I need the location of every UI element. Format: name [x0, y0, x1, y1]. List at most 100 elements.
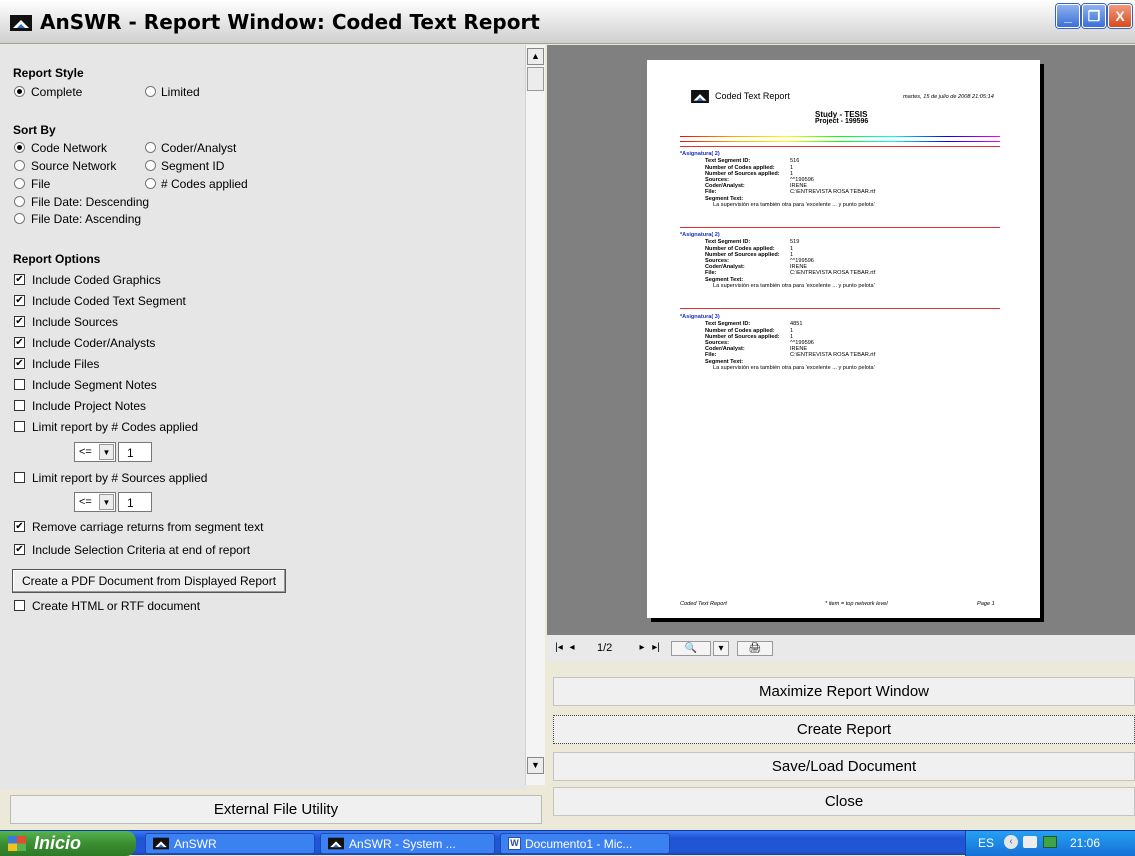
- radio-complete-label: Complete: [31, 85, 83, 99]
- chevron-left-icon[interactable]: ‹: [1004, 835, 1018, 849]
- volume-icon[interactable]: [1023, 836, 1037, 848]
- checkbox-remove-carriage-returns[interactable]: ✔: [14, 521, 25, 532]
- maximize-report-window-button[interactable]: Maximize Report Window: [553, 677, 1135, 706]
- report-project: Project - 199596: [815, 118, 869, 125]
- close-button[interactable]: Close: [553, 787, 1135, 816]
- checkbox-coded-text-segment-label: Include Coded Text Segment: [32, 294, 186, 308]
- radio-segment-id-label: Segment ID: [161, 159, 225, 173]
- system-tray: ES ‹ 21:06: [965, 831, 1135, 856]
- sources-operator-value: <=: [79, 496, 92, 508]
- last-page-icon[interactable]: ▸|: [649, 641, 663, 656]
- first-page-icon[interactable]: |◂: [553, 641, 565, 656]
- segment-text: La supervisión era también otra para 'ex…: [713, 283, 875, 289]
- report-footer-mid: * item = top network level: [825, 601, 888, 607]
- checkbox-sources-label: Include Sources: [32, 315, 119, 329]
- radio-coder-analyst[interactable]: [145, 142, 156, 153]
- checkbox-coded-graphics[interactable]: ✔: [14, 274, 25, 285]
- field-value: C:\ENTREVISTA ROSA TEBAR.rtf: [790, 270, 876, 276]
- taskbar-item-answr[interactable]: AnSWR: [145, 833, 315, 854]
- radio-code-network[interactable]: [14, 142, 25, 153]
- report-footer-right: Page 1: [977, 601, 995, 607]
- radio-source-network-label: Source Network: [31, 159, 117, 173]
- field-value: 516: [790, 158, 800, 164]
- entry-divider: [680, 308, 1000, 309]
- sources-limit-input[interactable]: 1: [118, 492, 152, 512]
- entry-code: *Asignatura( 2): [680, 151, 720, 157]
- create-pdf-button[interactable]: Create a PDF Document from Displayed Rep…: [12, 569, 286, 593]
- report-options-heading: Report Options: [13, 252, 101, 266]
- scroll-down-icon[interactable]: ▼: [527, 757, 544, 774]
- field-value: 519: [790, 239, 800, 245]
- answr-logo-icon: [328, 837, 344, 850]
- checkbox-html-rtf[interactable]: [14, 600, 25, 611]
- restore-button[interactable]: ❐: [1082, 4, 1106, 28]
- checkbox-segment-notes[interactable]: [14, 379, 25, 390]
- network-icon[interactable]: [1043, 836, 1057, 848]
- checkbox-selection-criteria[interactable]: ✔: [14, 544, 25, 555]
- codes-limit-input[interactable]: 1: [118, 442, 152, 462]
- radio-codes-applied-label: # Codes applied: [161, 177, 248, 191]
- external-file-utility-button[interactable]: External File Utility: [10, 795, 542, 824]
- checkbox-coder-analysts[interactable]: ✔: [14, 337, 25, 348]
- checkbox-files[interactable]: ✔: [14, 358, 25, 369]
- checkbox-sources[interactable]: ✔: [14, 316, 25, 327]
- segment-text: La supervisión era también otra para 'ex…: [713, 365, 875, 371]
- checkbox-html-rtf-label: Create HTML or RTF document: [32, 599, 201, 613]
- checkbox-coded-text-segment[interactable]: ✔: [14, 295, 25, 306]
- checkbox-selection-criteria-label: Include Selection Criteria at end of rep…: [32, 543, 251, 557]
- options-scrollbar[interactable]: ▲ ▼: [525, 45, 545, 785]
- entry-divider: [680, 227, 1000, 228]
- zoom-dropdown-icon[interactable]: ▾: [713, 641, 729, 656]
- create-report-button[interactable]: Create Report: [553, 715, 1135, 744]
- field-label: File:: [705, 270, 717, 276]
- start-button[interactable]: Inicio: [0, 831, 136, 856]
- rainbow-divider: [680, 141, 1000, 142]
- taskbar-item-label: AnSWR: [174, 837, 217, 851]
- chevron-down-icon: ▼: [99, 494, 114, 510]
- checkbox-project-notes[interactable]: [14, 400, 25, 411]
- print-icon[interactable]: 🖨: [737, 641, 773, 656]
- start-label: Inicio: [34, 833, 82, 853]
- taskbar-item-word[interactable]: W Documento1 - Mic...: [500, 833, 670, 854]
- checkbox-coder-analysts-label: Include Coder/Analysts: [32, 336, 156, 350]
- checkbox-limit-sources[interactable]: [14, 472, 25, 483]
- field-label: Text Segment ID:: [705, 158, 751, 164]
- field-label: File:: [705, 352, 717, 358]
- minimize-button[interactable]: _: [1056, 4, 1080, 28]
- scroll-thumb[interactable]: [527, 67, 544, 91]
- radio-file-date-desc[interactable]: [14, 196, 25, 207]
- radio-file-label: File: [31, 177, 51, 191]
- radio-segment-id[interactable]: [145, 160, 156, 171]
- title-bar: AnSWR - Report Window: Coded Text Report…: [0, 0, 1135, 44]
- window-title: AnSWR - Report Window: Coded Text Report: [40, 10, 540, 34]
- taskbar-item-answr-system[interactable]: AnSWR - System ...: [320, 833, 495, 854]
- zoom-icon[interactable]: 🔍: [671, 641, 711, 656]
- radio-file-date-asc[interactable]: [14, 213, 25, 224]
- field-value: C:\ENTREVISTA ROSA TEBAR.rtf: [790, 189, 876, 195]
- chevron-down-icon: ▼: [99, 444, 114, 460]
- checkbox-limit-codes[interactable]: [14, 421, 25, 432]
- radio-source-network[interactable]: [14, 160, 25, 171]
- language-indicator[interactable]: ES: [978, 836, 994, 850]
- report-style-heading: Report Style: [13, 66, 84, 80]
- sources-operator-select[interactable]: <= ▼: [74, 492, 116, 512]
- radio-file[interactable]: [14, 178, 25, 189]
- codes-operator-select[interactable]: <= ▼: [74, 442, 116, 462]
- prev-page-icon[interactable]: ◂: [567, 641, 577, 656]
- field-label: Text Segment ID:: [705, 239, 751, 245]
- options-panel: Report Style Complete Limited Sort By Co…: [0, 45, 527, 790]
- radio-complete[interactable]: [14, 86, 25, 97]
- radio-limited[interactable]: [145, 86, 156, 97]
- segment-text: La supervisión era también otra para 'ex…: [713, 202, 875, 208]
- scroll-up-icon[interactable]: ▲: [527, 48, 544, 65]
- clock: 21:06: [1070, 836, 1101, 850]
- sort-by-heading: Sort By: [13, 123, 56, 137]
- checkbox-coded-graphics-label: Include Coded Graphics: [32, 273, 161, 287]
- close-window-button[interactable]: X: [1108, 4, 1132, 28]
- field-label: File:: [705, 189, 717, 195]
- entry-code: *Asignatura( 3): [680, 314, 720, 320]
- checkbox-limit-sources-label: Limit report by # Sources applied: [32, 471, 208, 485]
- radio-codes-applied[interactable]: [145, 178, 156, 189]
- save-load-document-button[interactable]: Save/Load Document: [553, 752, 1135, 781]
- next-page-icon[interactable]: ▸: [637, 641, 647, 656]
